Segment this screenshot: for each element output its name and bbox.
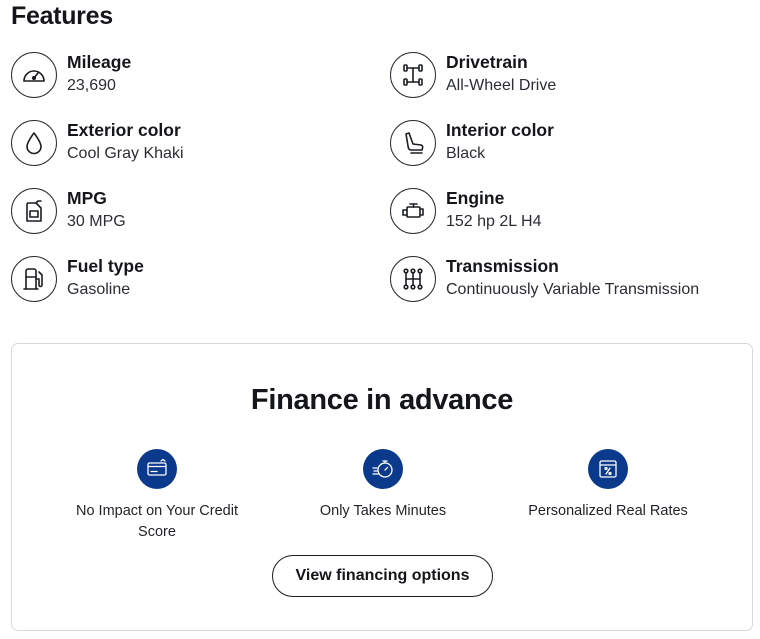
feature-label: MPG — [67, 188, 107, 208]
percent-rate-icon — [588, 449, 628, 489]
feature-value: 23,690 — [67, 77, 116, 94]
feature-value: Gasoline — [67, 281, 131, 298]
finance-card: Finance in advance No Impact on Your Cre… — [11, 343, 753, 631]
feature-label: Transmission — [446, 256, 559, 276]
feature-value: Black — [446, 145, 486, 162]
feature-value: 30 MPG — [67, 213, 126, 230]
benefit-text: No Impact on Your Credit Score — [75, 503, 238, 540]
feature-value: All-Wheel Drive — [446, 77, 557, 94]
feature-transmission: Transmission Continuously Variable Trans… — [390, 256, 750, 308]
benefit-text: Personalized Real Rates — [528, 503, 688, 519]
feature-drivetrain: Drivetrain All-Wheel Drive — [390, 52, 750, 104]
benefit-no-credit-impact: No Impact on Your Credit Score — [57, 449, 257, 543]
stopwatch-icon — [363, 449, 403, 489]
drop-icon — [11, 120, 57, 166]
feature-exterior-color: Exterior color Cool Gray Khaki — [11, 120, 371, 172]
benefit-real-rates: Personalized Real Rates — [508, 449, 708, 522]
feature-label: Drivetrain — [446, 52, 528, 72]
benefit-text: Only Takes Minutes — [319, 503, 447, 519]
feature-interior-color: Interior color Black — [390, 120, 750, 172]
feature-value: Continuously Variable Transmission — [446, 281, 700, 298]
feature-mpg: MPG 30 MPG — [11, 188, 371, 240]
fuel-can-icon — [11, 188, 57, 234]
feature-label: Exterior color — [67, 120, 181, 140]
feature-value: Cool Gray Khaki — [67, 145, 184, 162]
benefit-quick: Only Takes Minutes — [283, 449, 483, 522]
feature-mileage: Mileage 23,690 — [11, 52, 371, 104]
features-title: Features — [11, 2, 113, 30]
feature-value: 152 hp 2L H4 — [446, 213, 542, 230]
credit-card-icon — [137, 449, 177, 489]
feature-label: Mileage — [67, 52, 132, 72]
feature-label: Interior color — [446, 120, 554, 140]
gas-pump-icon — [11, 256, 57, 302]
finance-title: Finance in advance — [250, 384, 514, 416]
view-financing-options-button[interactable]: View financing options — [272, 555, 493, 597]
feature-label: Fuel type — [67, 256, 144, 276]
feature-engine: Engine 152 hp 2L H4 — [390, 188, 750, 240]
speedometer-icon — [11, 52, 57, 98]
car-seat-icon — [390, 120, 436, 166]
feature-label: Engine — [446, 188, 505, 208]
engine-icon — [390, 188, 436, 234]
drivetrain-icon — [390, 52, 436, 98]
gear-shift-icon — [390, 256, 436, 302]
feature-fuel-type: Fuel type Gasoline — [11, 256, 371, 308]
